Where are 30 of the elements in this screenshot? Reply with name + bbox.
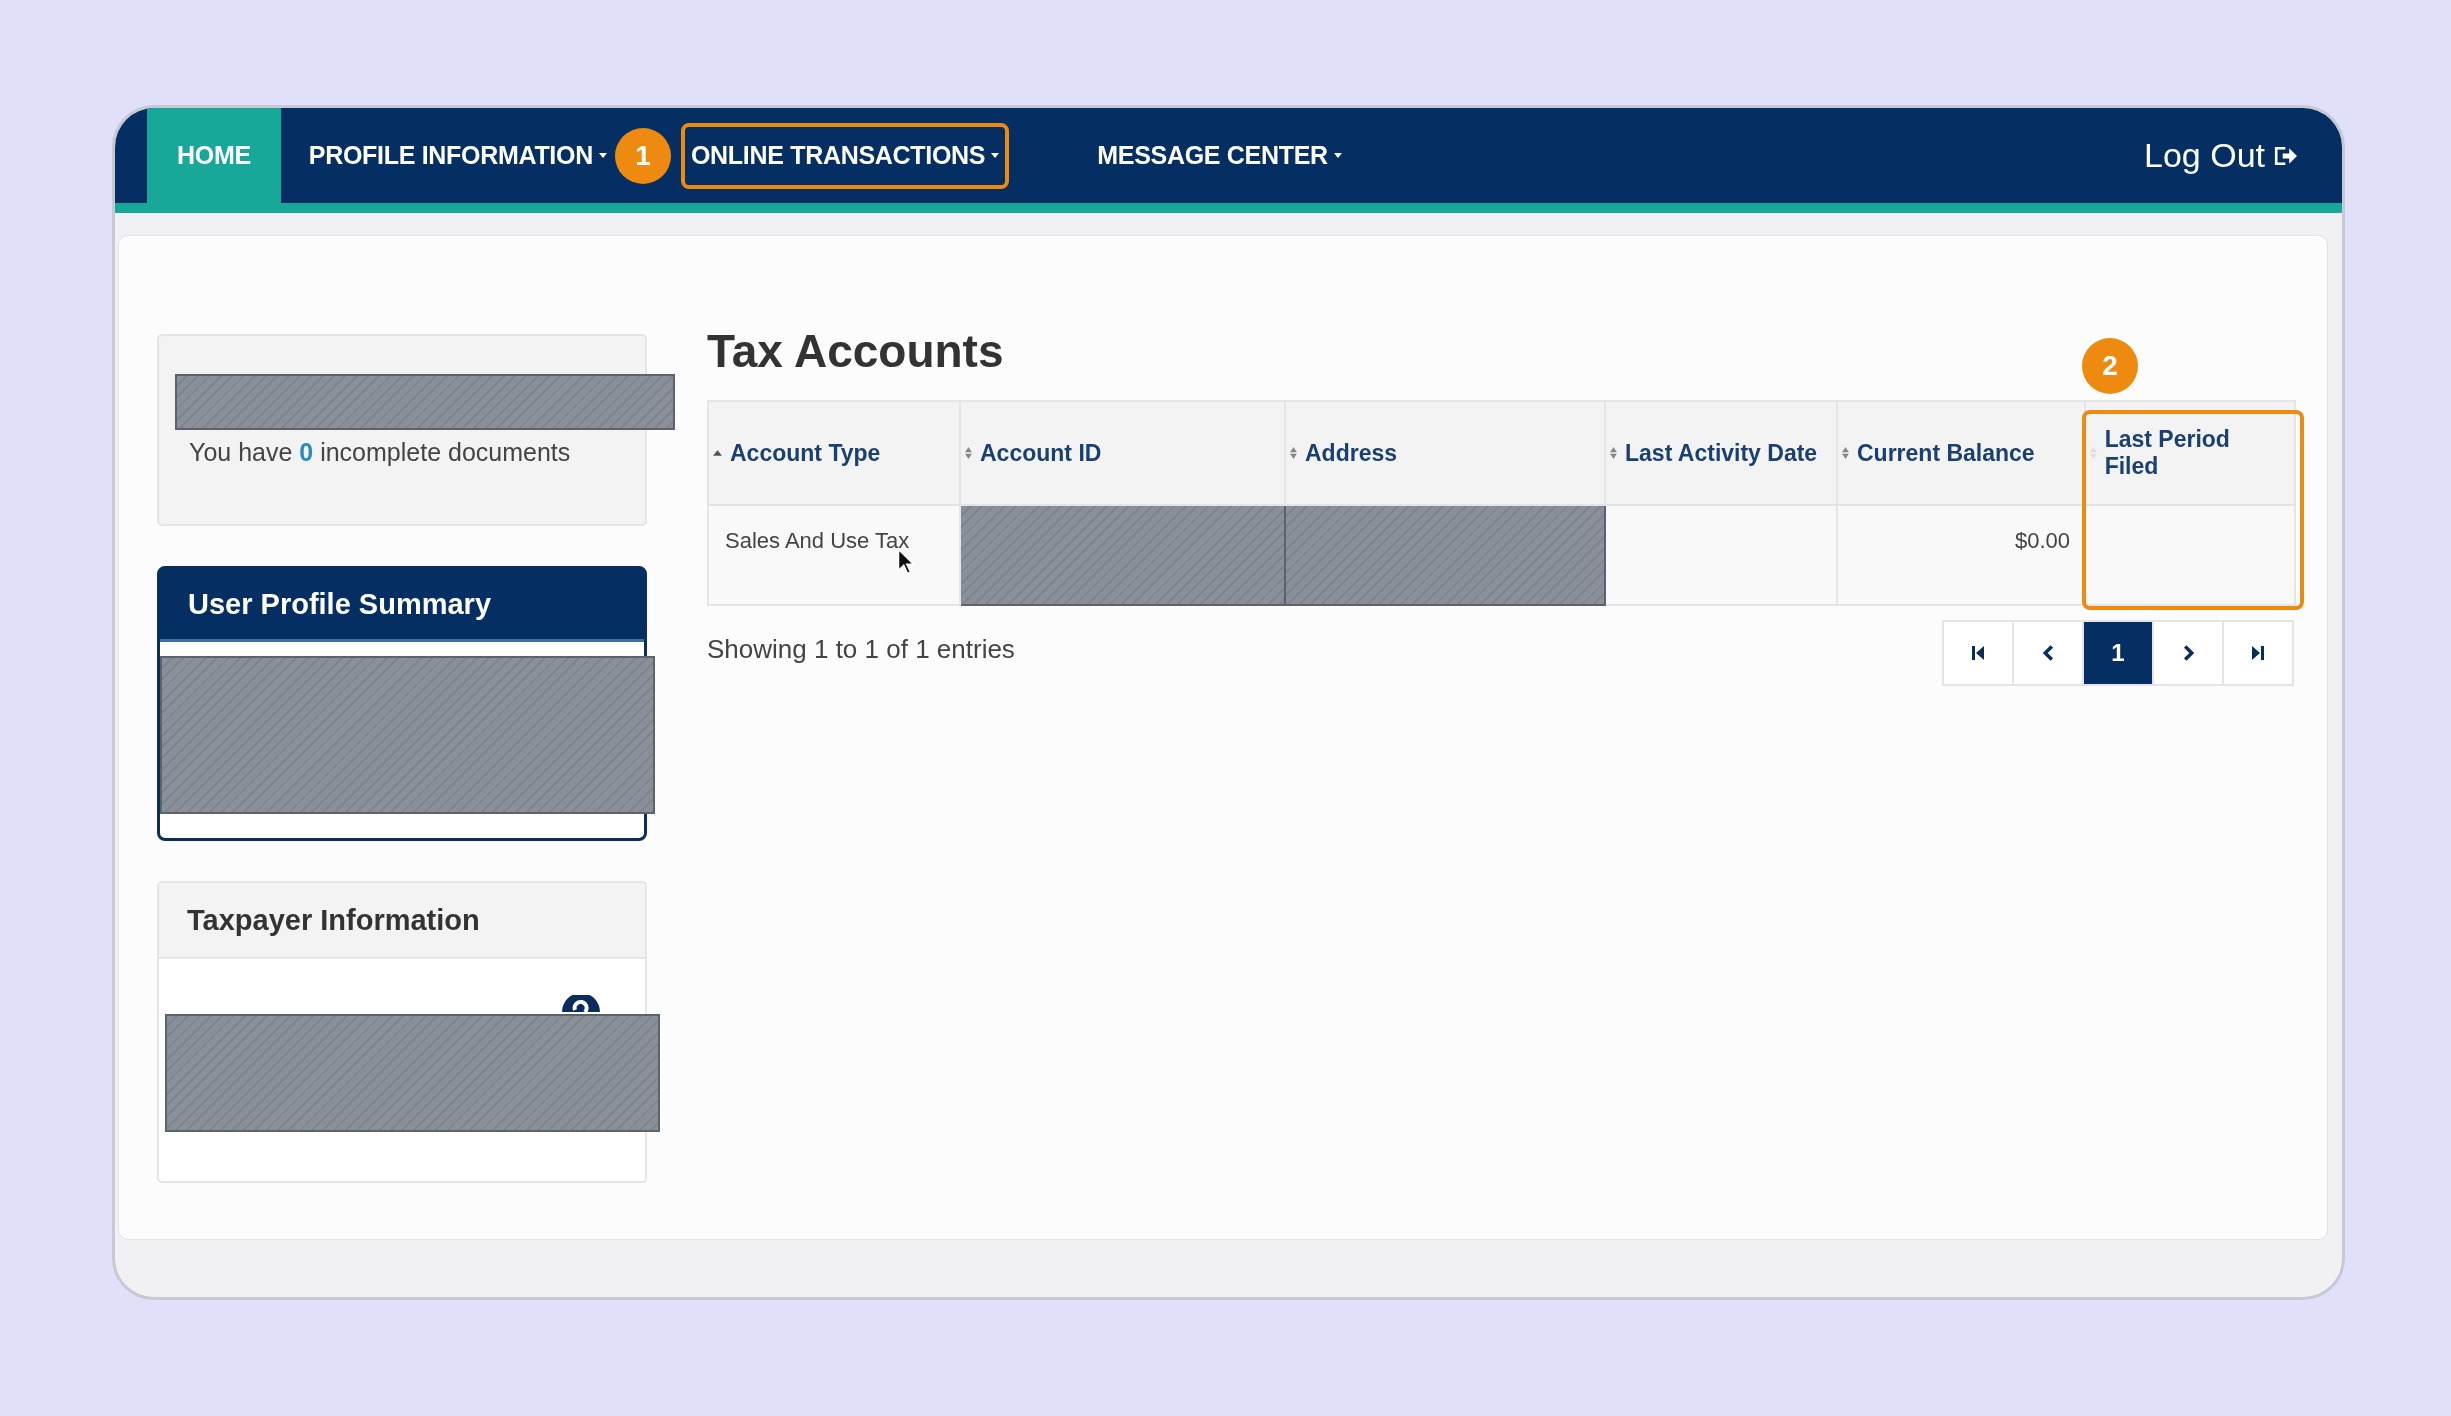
column-header[interactable]: Account ID [960, 401, 1285, 505]
entries-summary: Showing 1 to 1 of 1 entries [707, 634, 1015, 666]
panel-title: User Profile Summary [188, 587, 491, 621]
chevron-left-icon [2042, 645, 2054, 661]
chevron-right-icon [2182, 645, 2194, 661]
logout-link[interactable]: Log Out [2144, 136, 2297, 175]
column-header[interactable]: Current Balance [1837, 401, 2085, 505]
callout-marker: 2 [2082, 338, 2138, 394]
column-header[interactable]: Account Type [708, 401, 960, 505]
page-button[interactable]: 1 [2082, 620, 2154, 686]
last-page-icon [2252, 645, 2264, 661]
caret-icon [598, 153, 607, 158]
column-header[interactable]: Address [1285, 401, 1605, 505]
callout-marker: 1 [614, 127, 671, 184]
table-cell: Sales And Use Tax [708, 505, 960, 605]
first-page-button[interactable] [1942, 620, 2014, 686]
panel-title: Taxpayer Information [187, 903, 480, 937]
nav-menu[interactable]: ONLINE TRANSACTIONS [680, 122, 1010, 189]
caret-icon [1333, 153, 1342, 158]
table-cell: $0.00 [1837, 505, 2085, 605]
column-header[interactable]: Last Period Filed [2085, 401, 2295, 505]
caret-icon [991, 153, 1000, 158]
column-header[interactable]: Last Activity Date [1605, 401, 1837, 505]
page-title: Tax Accounts [707, 324, 1004, 378]
cursor-icon [897, 548, 915, 575]
last-page-button[interactable] [2222, 620, 2294, 686]
nav-menu[interactable]: MESSAGE CENTER [1069, 108, 1370, 203]
nav-menu[interactable]: PROFILE INFORMATION [280, 108, 615, 203]
documents-text: You have 0 incomplete documents [189, 438, 572, 467]
first-page-icon [1972, 645, 1984, 661]
